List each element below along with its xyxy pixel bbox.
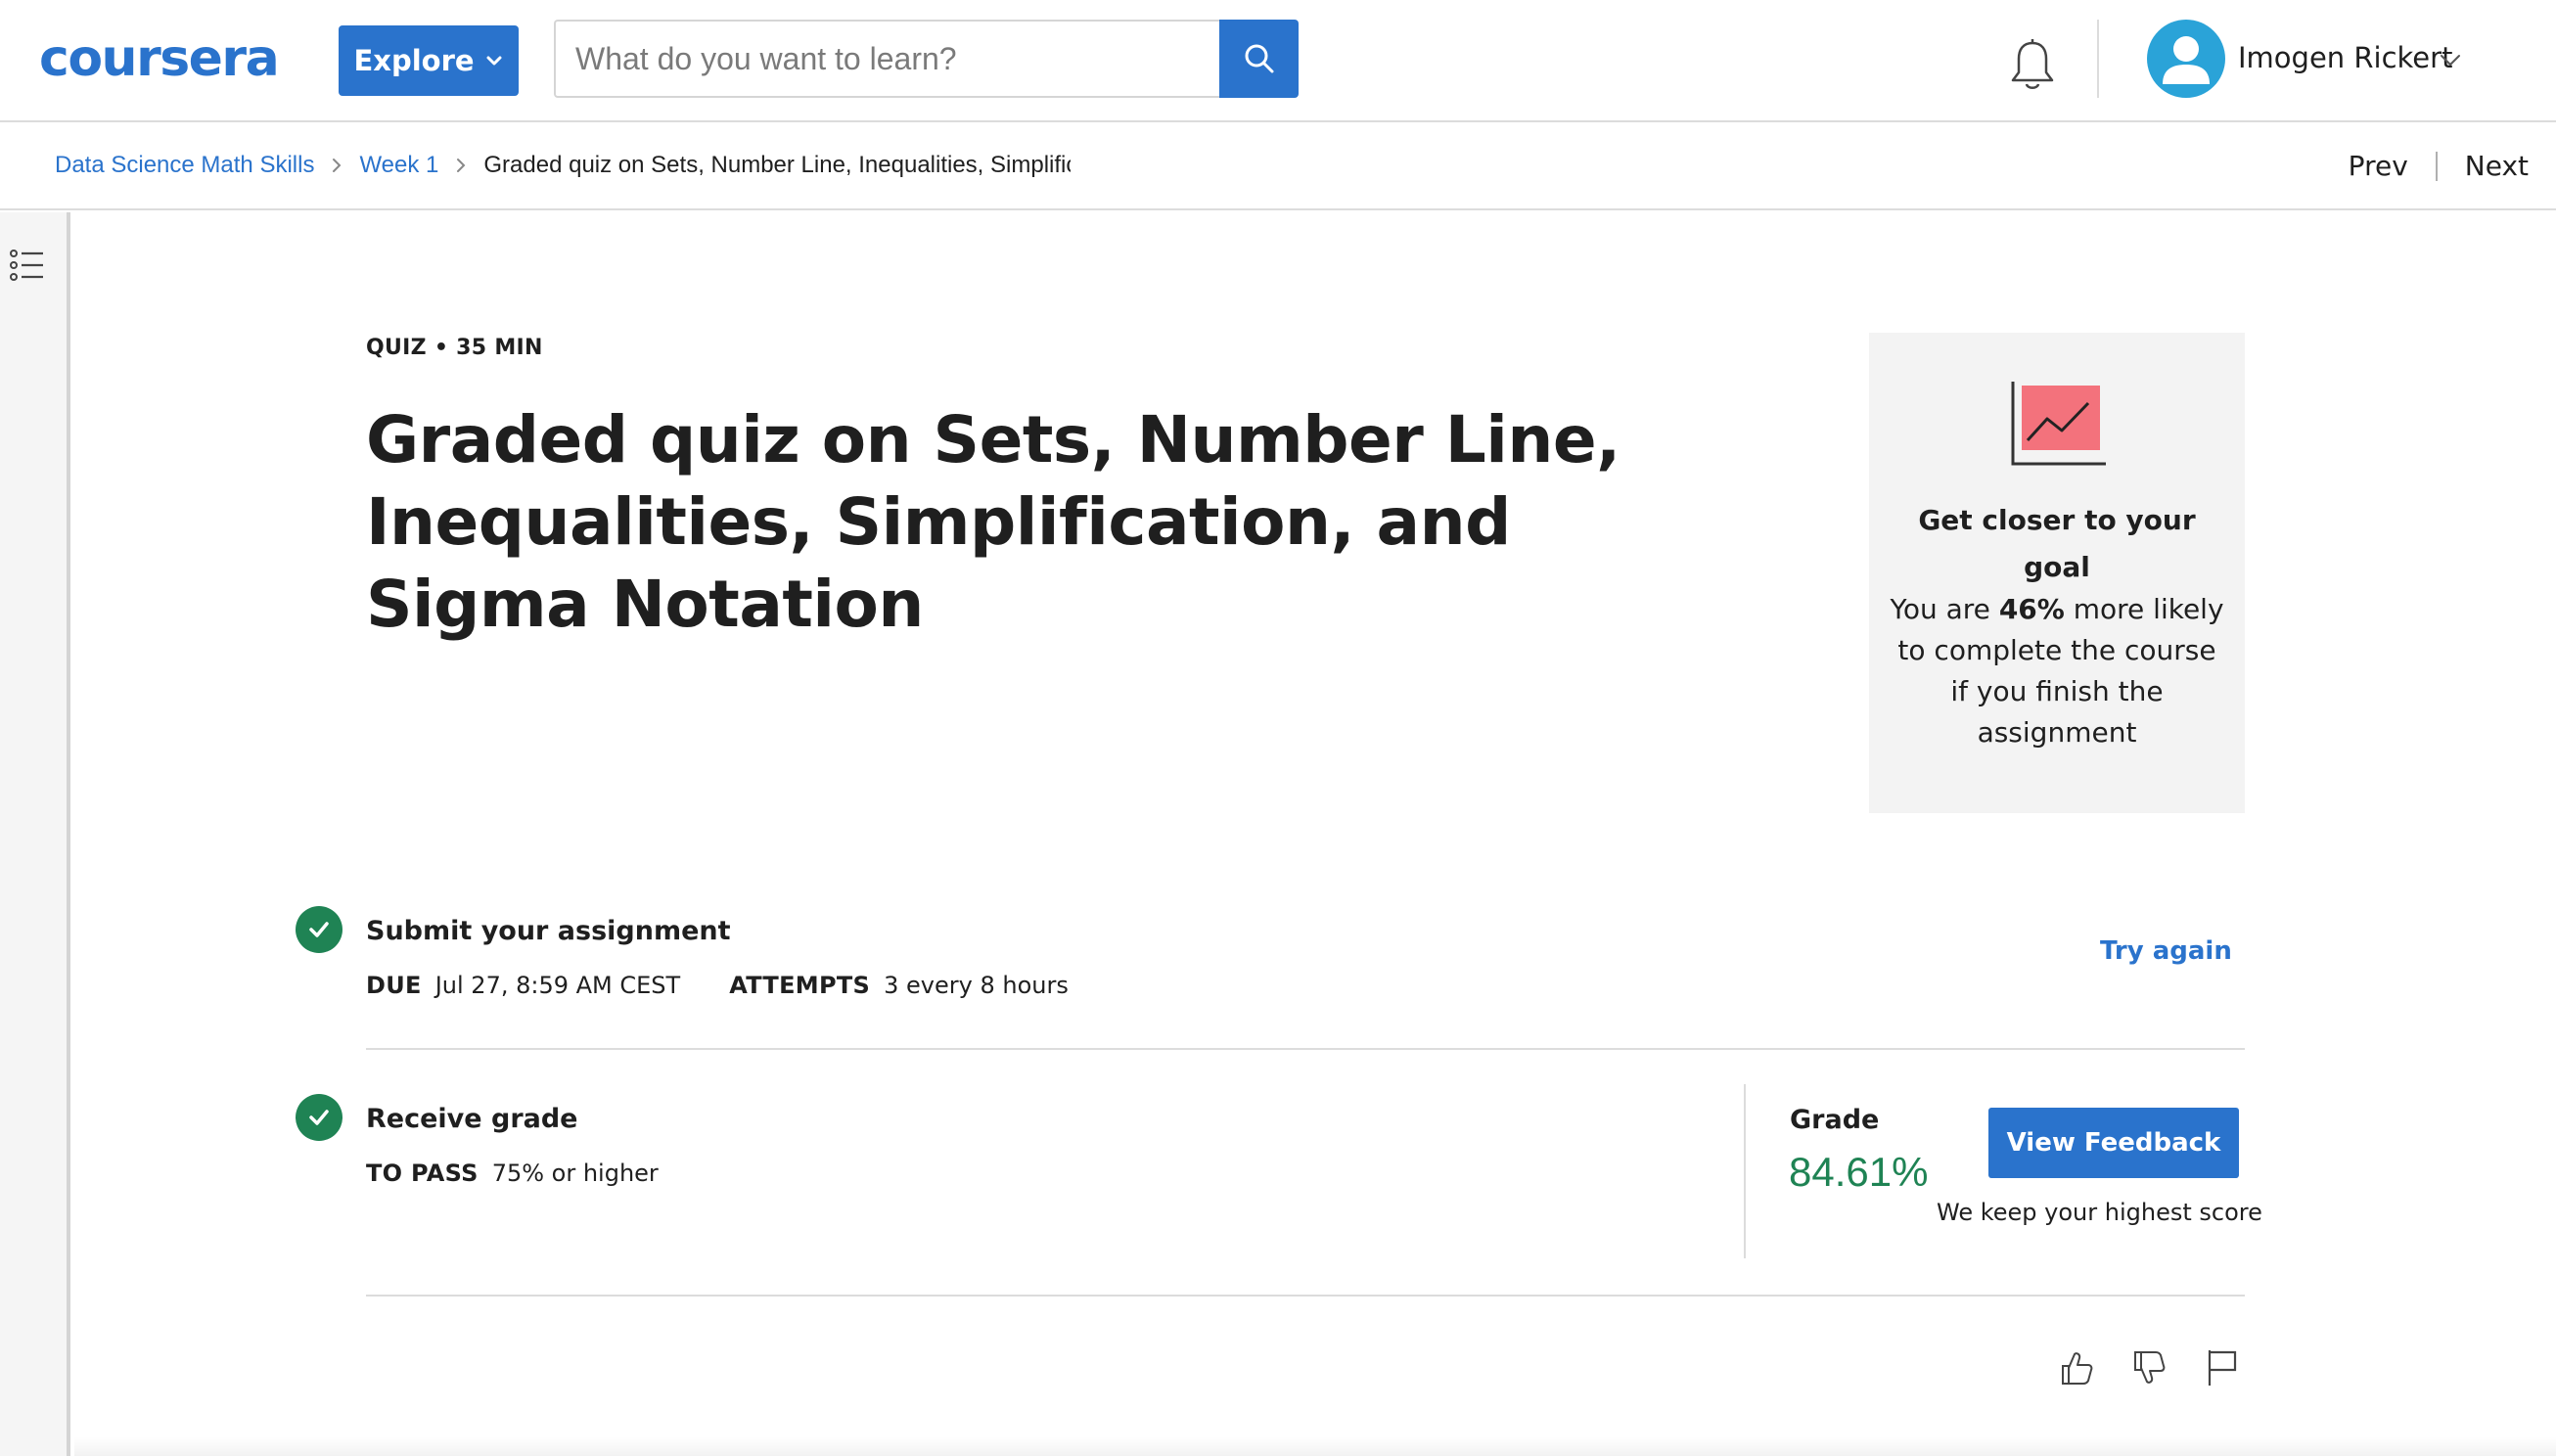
to-pass-value: 75% or higher bbox=[491, 1160, 659, 1187]
submit-step-meta: DUE Jul 27, 8:59 AM CEST ATTEMPTS 3 ever… bbox=[366, 972, 1069, 999]
bottom-shadow bbox=[74, 1436, 2556, 1456]
grade-label: Grade bbox=[1790, 1105, 1880, 1135]
grade-step-meta: TO PASS 75% or higher bbox=[366, 1160, 659, 1187]
goal-card: Get closer to your goal You are 46% more… bbox=[1869, 333, 2245, 813]
view-feedback-button[interactable]: View Feedback bbox=[1988, 1108, 2239, 1178]
goal-text-before: You are bbox=[1890, 593, 1999, 625]
grade-divider bbox=[1744, 1084, 1746, 1258]
submit-check bbox=[296, 906, 342, 953]
chevron-right-icon bbox=[333, 159, 342, 172]
to-pass-label: TO PASS bbox=[366, 1160, 479, 1187]
breadcrumb-course-link[interactable]: Data Science Math Skills bbox=[55, 152, 314, 179]
checkmark-icon bbox=[309, 922, 329, 937]
page-title: Graded quiz on Sets, Number Line, Inequa… bbox=[366, 402, 1620, 642]
header-divider bbox=[2097, 20, 2099, 98]
divider bbox=[366, 1048, 2245, 1050]
goal-percent: 46% bbox=[1998, 593, 2065, 625]
chevron-down-icon[interactable] bbox=[2439, 53, 2462, 68]
pager: Prev Next bbox=[2349, 150, 2529, 182]
search-button[interactable] bbox=[1219, 20, 1299, 98]
prev-link[interactable]: Prev bbox=[2349, 150, 2408, 182]
attempts-label: ATTEMPTS bbox=[729, 972, 871, 999]
grade-value: 84.61% bbox=[1789, 1149, 1929, 1195]
breadcrumb-bar: Data Science Math Skills Week 1 Graded q… bbox=[0, 124, 2556, 210]
search-box bbox=[554, 20, 1220, 98]
highest-score-note: We keep your highest score bbox=[1937, 1199, 2262, 1226]
grade-step-title: Receive grade bbox=[366, 1104, 578, 1134]
thumbs-up-icon[interactable] bbox=[2055, 1346, 2098, 1389]
explore-button[interactable]: Explore bbox=[339, 25, 519, 96]
user-avatar[interactable] bbox=[2147, 20, 2225, 98]
top-header: coursera Explore Imogen Rickert bbox=[0, 0, 2556, 122]
goal-text: You are 46% more likely to complete the … bbox=[1889, 589, 2225, 753]
attempts-value: 3 every 8 hours bbox=[884, 972, 1069, 999]
divider bbox=[366, 1295, 2245, 1297]
breadcrumb-current: Graded quiz on Sets, Number Line, Inequa… bbox=[483, 152, 1071, 178]
try-again-link[interactable]: Try again bbox=[2100, 936, 2232, 966]
list-icon[interactable] bbox=[8, 246, 47, 285]
submit-step-title: Submit your assignment bbox=[366, 916, 731, 946]
user-name[interactable]: Imogen Rickert bbox=[2238, 41, 2452, 74]
due-value: Jul 27, 8:59 AM CEST bbox=[434, 972, 681, 999]
feedback-actions bbox=[2055, 1346, 2243, 1389]
breadcrumb-week-link[interactable]: Week 1 bbox=[359, 152, 438, 179]
explore-label: Explore bbox=[353, 44, 475, 77]
grade-check bbox=[296, 1094, 342, 1141]
search-input[interactable] bbox=[556, 22, 1220, 96]
checkmark-icon bbox=[309, 1110, 329, 1125]
search-icon bbox=[1245, 44, 1273, 73]
user-icon bbox=[2163, 36, 2210, 84]
bell-icon[interactable] bbox=[2008, 37, 2057, 92]
due-label: DUE bbox=[366, 972, 422, 999]
next-link[interactable]: Next bbox=[2465, 150, 2529, 182]
goal-title: Get closer to your goal bbox=[1918, 504, 2196, 583]
chevron-down-icon bbox=[486, 56, 502, 66]
thumbs-down-icon[interactable] bbox=[2127, 1346, 2170, 1389]
chevron-right-icon bbox=[457, 159, 466, 172]
quiz-meta: QUIZ • 35 MIN bbox=[366, 336, 543, 360]
flag-icon[interactable] bbox=[2200, 1346, 2243, 1389]
pager-divider bbox=[2435, 151, 2438, 181]
left-rail bbox=[0, 212, 70, 1456]
coursera-logo[interactable]: coursera bbox=[39, 29, 280, 88]
chart-icon bbox=[2011, 382, 2106, 466]
breadcrumb: Data Science Math Skills Week 1 Graded q… bbox=[55, 152, 1071, 179]
